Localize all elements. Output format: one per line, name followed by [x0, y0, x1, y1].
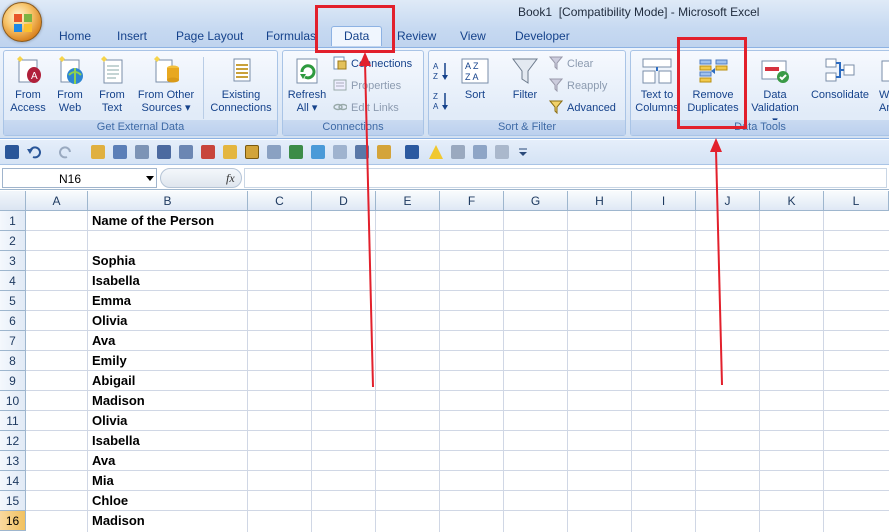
annotation-arrows: [359, 52, 723, 388]
arrow-to-data-tab: [364, 61, 374, 388]
arrow-to-remove-duplicates: [715, 149, 723, 386]
arrowhead-remove-duplicates: [710, 138, 722, 152]
arrowhead-data-tab: [359, 52, 371, 66]
